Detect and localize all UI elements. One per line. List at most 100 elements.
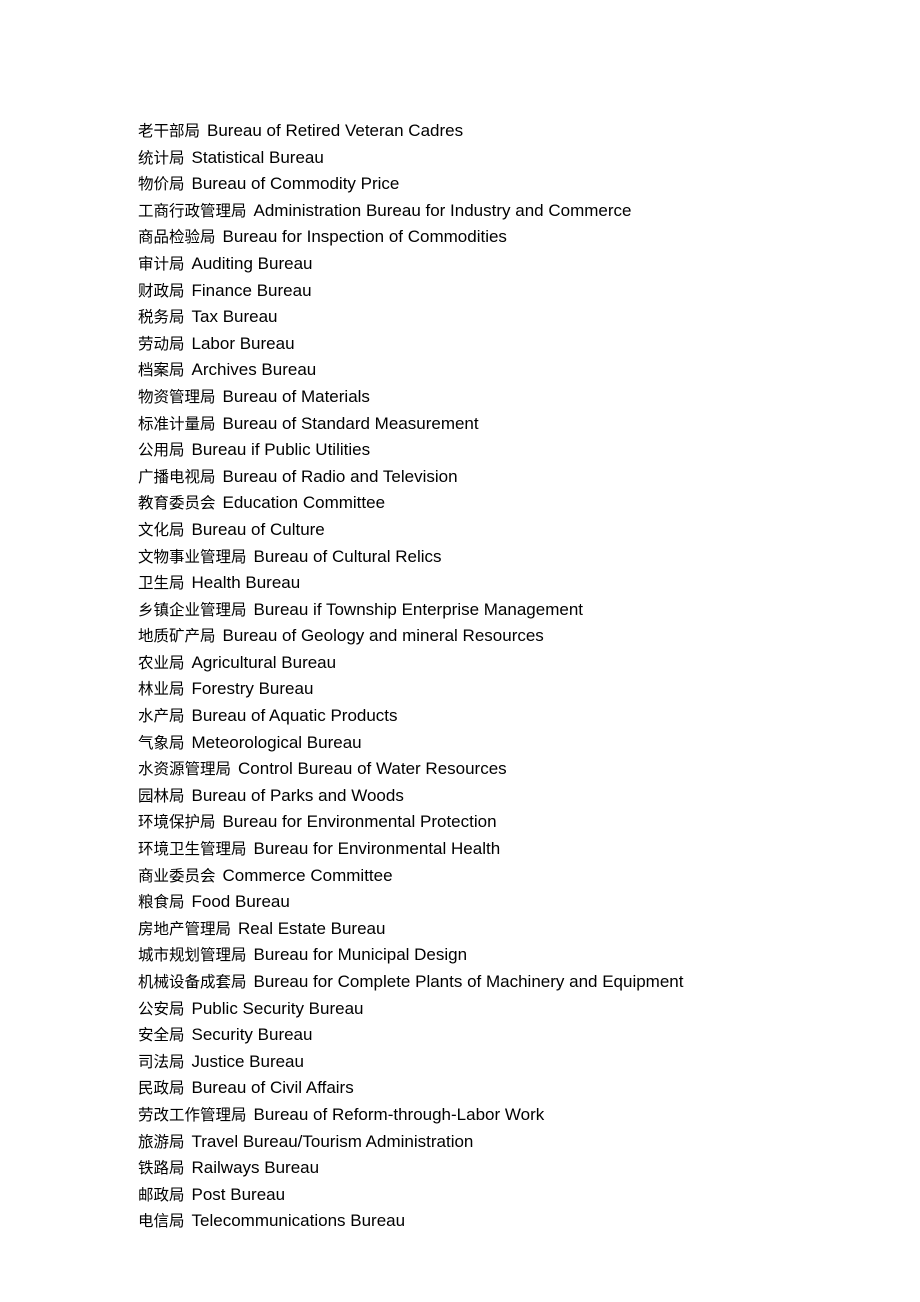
term-chinese: 公用局: [138, 441, 185, 460]
glossary-entry: 林业局 Forestry Bureau: [138, 676, 920, 703]
term-english: Bureau of Civil Affairs: [191, 1078, 354, 1098]
glossary-entry: 环境卫生管理局 Bureau for Environmental Health: [138, 836, 920, 863]
term-english: Railways Bureau: [191, 1158, 320, 1178]
term-english: Bureau for Municipal Design: [253, 945, 468, 965]
term-chinese: 乡镇企业管理局: [138, 600, 247, 619]
term-chinese: 农业局: [138, 653, 185, 672]
term-english: Bureau of Materials: [222, 386, 370, 406]
term-english: Bureau of Retired Veteran Cadres: [207, 121, 464, 140]
glossary-entry: 安全局 Security Bureau: [138, 1022, 920, 1049]
term-chinese: 商业委员会: [138, 866, 216, 885]
glossary-entry: 审计局 Auditing Bureau: [138, 251, 920, 278]
term-english: Bureau for Complete Plants of Machinery …: [253, 972, 684, 991]
term-chinese: 公安局: [138, 999, 185, 1018]
glossary-entry: 水资源管理局 Control Bureau of Water Resources: [138, 756, 920, 783]
term-chinese: 财政局: [138, 281, 185, 300]
glossary-entry: 地质矿产局 Bureau of Geology and mineral Resou…: [138, 623, 920, 650]
glossary-entry: 工商行政管理局 Administration Bureau for Industr…: [138, 198, 920, 225]
term-chinese: 标准计量局: [138, 414, 216, 433]
term-chinese: 商品检验局: [138, 228, 216, 247]
glossary-entry: 物价局 Bureau of Commodity Price: [138, 171, 920, 198]
term-english: Bureau of Radio and Television: [222, 466, 458, 486]
term-chinese: 旅游局: [138, 1132, 185, 1151]
term-english: Bureau of Cultural Relics: [253, 546, 442, 566]
term-chinese: 邮政局: [138, 1185, 185, 1204]
term-chinese: 统计局: [138, 148, 185, 167]
term-chinese: 民政局: [138, 1079, 185, 1098]
term-chinese: 档案局: [138, 361, 185, 380]
term-english: Post Bureau: [191, 1184, 286, 1204]
glossary-entry: 财政局 Finance Bureau: [138, 278, 920, 305]
term-english: Bureau if Township Enterprise Management: [253, 599, 583, 619]
glossary-entry: 粮食局 Food Bureau: [138, 889, 920, 916]
term-chinese: 物资管理局: [138, 387, 216, 406]
term-chinese: 电信局: [138, 1212, 185, 1231]
glossary-entry: 铁路局 Railways Bureau: [138, 1155, 920, 1182]
term-chinese: 城市规划管理局: [138, 946, 247, 965]
term-chinese: 广播电视局: [138, 467, 216, 486]
term-chinese: 审计局: [138, 254, 185, 273]
term-english: Labor Bureau: [191, 333, 295, 353]
term-english: Bureau for Environmental Protection: [222, 812, 497, 832]
term-english: Finance Bureau: [191, 280, 312, 300]
term-english: Tax Bureau: [191, 307, 278, 327]
term-chinese: 司法局: [138, 1052, 185, 1071]
glossary-entry: 水产局 Bureau of Aquatic Products: [138, 703, 920, 730]
term-chinese: 园林局: [138, 786, 185, 805]
term-chinese: 粮食局: [138, 893, 185, 912]
term-english: Commerce Committee: [222, 865, 393, 885]
term-english: Control Bureau of Water Resources: [238, 759, 507, 779]
term-chinese: 劳动局: [138, 334, 185, 353]
glossary-entry: 园林局 Bureau of Parks and Woods: [138, 783, 920, 810]
glossary-entry: 广播电视局 Bureau of Radio and Television: [138, 464, 920, 491]
glossary-entry: 老干部局 Bureau of Retired Veteran Cadres: [138, 118, 920, 145]
term-english: Auditing Bureau: [191, 253, 313, 273]
glossary-entry: 邮政局 Post Bureau: [138, 1182, 920, 1209]
term-english: Bureau of Parks and Woods: [191, 785, 404, 805]
term-english: Bureau of Commodity Price: [191, 174, 400, 194]
glossary-entry: 房地产管理局 Real Estate Bureau: [138, 916, 920, 943]
term-chinese: 文化局: [138, 520, 185, 539]
term-chinese: 工商行政管理局: [138, 201, 247, 220]
glossary-entry: 乡镇企业管理局 Bureau if Township Enterprise Man…: [138, 597, 920, 624]
glossary-entry: 司法局 Justice Bureau: [138, 1049, 920, 1076]
glossary-entry: 教育委员会 Education Committee: [138, 490, 920, 517]
term-english: Statistical Bureau: [191, 147, 324, 167]
term-chinese: 安全局: [138, 1026, 185, 1045]
term-chinese: 水资源管理局: [138, 760, 232, 779]
glossary-entry: 劳动局 Labor Bureau: [138, 331, 920, 358]
glossary-entry: 统计局 Statistical Bureau: [138, 145, 920, 172]
term-chinese: 林业局: [138, 680, 185, 699]
glossary-list: 老干部局 Bureau of Retired Veteran Cadres 统计局 S…: [138, 118, 920, 1235]
term-chinese: 气象局: [138, 733, 185, 752]
glossary-entry: 电信局 Telecommunications Bureau: [138, 1208, 920, 1235]
term-chinese: 卫生局: [138, 574, 185, 593]
glossary-entry: 气象局 Meteorological Bureau: [138, 730, 920, 757]
term-english: Bureau for Inspection of Commodities: [222, 227, 507, 247]
term-english: Travel Bureau/Tourism Administration: [191, 1131, 474, 1151]
glossary-entry: 劳改工作管理局 Bureau of Reform-through-Labor Wo…: [138, 1102, 920, 1129]
term-english: Education Committee: [222, 493, 386, 513]
glossary-entry: 商业委员会 Commerce Committee: [138, 863, 920, 890]
term-english: Agricultural Bureau: [191, 652, 337, 672]
term-english: Real Estate Bureau: [238, 918, 386, 938]
term-english: Bureau of Reform-through-Labor Work: [253, 1104, 545, 1124]
term-english: Forestry Bureau: [191, 679, 314, 699]
term-english: Security Bureau: [191, 1025, 313, 1045]
term-english: Bureau of Culture: [191, 519, 325, 539]
term-english: Health Bureau: [191, 573, 301, 593]
term-english: Bureau of Geology and mineral Resources: [222, 626, 544, 646]
glossary-entry: 农业局 Agricultural Bureau: [138, 650, 920, 677]
term-english: Food Bureau: [191, 892, 290, 912]
glossary-entry: 机械设备成套局 Bureau for Complete Plants of Mac…: [138, 969, 920, 996]
term-english: Bureau for Environmental Health: [253, 839, 501, 859]
glossary-entry: 公安局 Public Security Bureau: [138, 996, 920, 1023]
glossary-entry: 档案局 Archives Bureau: [138, 357, 920, 384]
glossary-entry: 卫生局 Health Bureau: [138, 570, 920, 597]
term-chinese: 教育委员会: [138, 494, 216, 513]
term-chinese: 税务局: [138, 308, 185, 327]
term-english: Telecommunications Bureau: [191, 1211, 406, 1231]
document-page: 老干部局 Bureau of Retired Veteran Cadres 统计局 S…: [0, 0, 920, 1302]
term-english: Meteorological Bureau: [191, 732, 362, 752]
glossary-entry: 商品检验局 Bureau for Inspection of Commoditie…: [138, 224, 920, 251]
